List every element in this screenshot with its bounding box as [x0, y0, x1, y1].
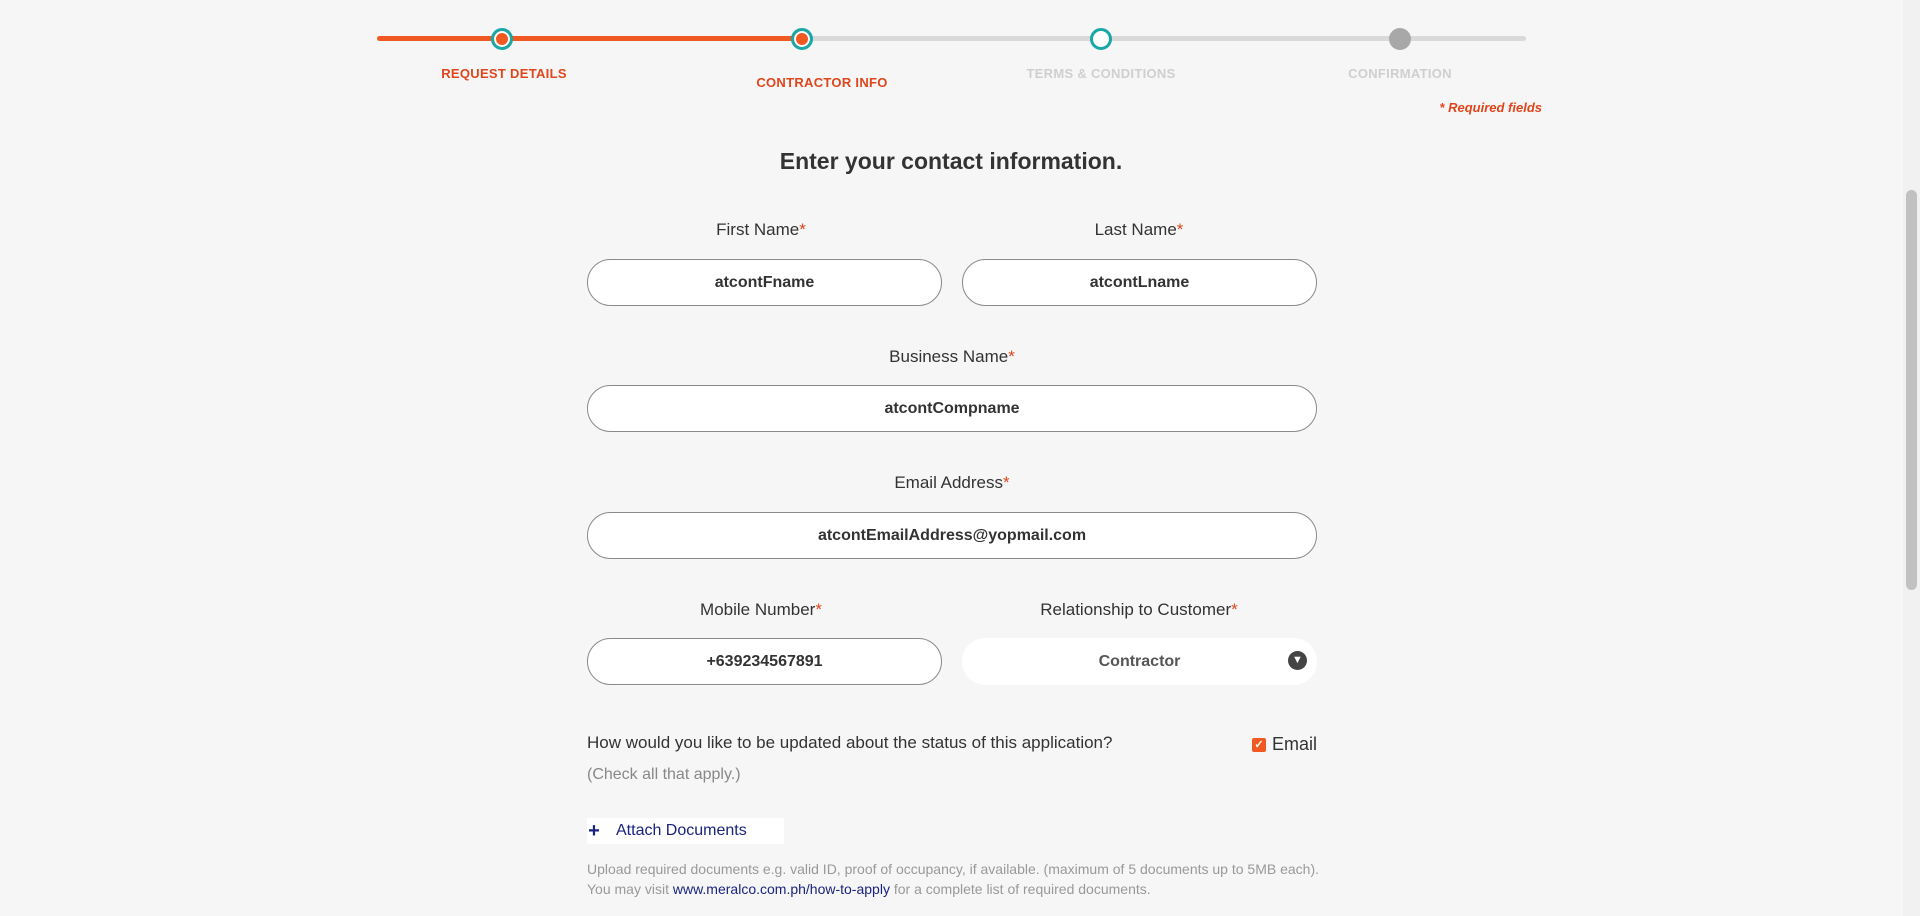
required-star: * — [1003, 473, 1010, 492]
step-dot-confirmation — [1389, 28, 1411, 50]
attach-documents-button[interactable]: + Attach Documents — [587, 818, 784, 844]
relationship-label-text: Relationship to Customer — [1040, 600, 1232, 619]
step-dot-request-details[interactable] — [491, 28, 513, 50]
plus-icon: + — [588, 819, 600, 842]
required-star: * — [1176, 220, 1184, 239]
mobile-label-text: Mobile Number — [700, 600, 816, 619]
chevron-down-icon[interactable]: ▼ — [1288, 651, 1307, 670]
first-name-label-text: First Name — [716, 220, 800, 239]
step-dot-terms — [1090, 28, 1112, 50]
upload-line2-suffix: for a complete list of required document… — [889, 881, 1151, 897]
email-label: Email Address* — [587, 473, 1317, 493]
required-fields-note: * Required fields — [1439, 100, 1542, 115]
business-name-label-text: Business Name — [889, 347, 1009, 366]
required-star: * — [799, 220, 806, 239]
email-update-option[interactable]: ✓ Email — [1252, 734, 1317, 755]
email-checkbox[interactable]: ✓ — [1252, 737, 1266, 752]
upload-instructions-line2: You may visit www.meralco.com.ph/how-to-… — [587, 879, 1327, 899]
first-name-input[interactable] — [587, 259, 942, 306]
update-preference-hint: (Check all that apply.) — [587, 766, 741, 783]
stepper-progress-fill — [377, 36, 802, 41]
scrollbar-thumb[interactable] — [1906, 190, 1917, 590]
step-label-confirmation: CONFIRMATION — [1348, 66, 1452, 81]
progress-stepper: REQUEST DETAILS CONTRACTOR INFO TERMS & … — [0, 0, 1920, 100]
page-scrollbar[interactable] — [1903, 0, 1920, 916]
mobile-label: Mobile Number* — [587, 600, 935, 620]
step-label-terms: TERMS & CONDITIONS — [1026, 66, 1176, 81]
required-star: * — [815, 600, 822, 619]
step-dot-contractor-info[interactable] — [791, 28, 813, 50]
email-label-text: Email Address — [894, 473, 1004, 492]
last-name-input[interactable] — [962, 259, 1317, 306]
last-name-label: Last Name* — [962, 220, 1316, 240]
upload-instructions-line1: Upload required documents e.g. valid ID,… — [587, 861, 1319, 877]
required-star: * — [1231, 600, 1238, 619]
mobile-input[interactable] — [587, 638, 942, 685]
email-option-label: Email — [1272, 734, 1318, 754]
business-name-label: Business Name* — [587, 347, 1317, 367]
upload-instructions: Upload required documents e.g. valid ID,… — [587, 859, 1327, 899]
relationship-selected-value: Contractor — [1098, 652, 1181, 670]
step-label-contractor-info[interactable]: CONTRACTOR INFO — [712, 75, 932, 90]
first-name-label: First Name* — [587, 220, 935, 240]
email-input[interactable] — [587, 512, 1317, 559]
attach-documents-label: Attach Documents — [616, 822, 747, 839]
relationship-select[interactable]: Contractor ▼ — [962, 638, 1317, 685]
last-name-label-text: Last Name — [1094, 220, 1177, 239]
required-star: * — [1008, 347, 1015, 366]
relationship-label: Relationship to Customer* — [962, 600, 1316, 620]
how-to-apply-link[interactable]: www.meralco.com.ph/how-to-apply — [673, 881, 890, 897]
step-label-request-details[interactable]: REQUEST DETAILS — [394, 66, 614, 81]
upload-line2-prefix: You may visit — [587, 881, 673, 897]
business-name-input[interactable] — [587, 385, 1317, 432]
form-heading: Enter your contact information. — [779, 148, 1123, 174]
update-preference-question: How would you like to be updated about t… — [587, 733, 1113, 752]
